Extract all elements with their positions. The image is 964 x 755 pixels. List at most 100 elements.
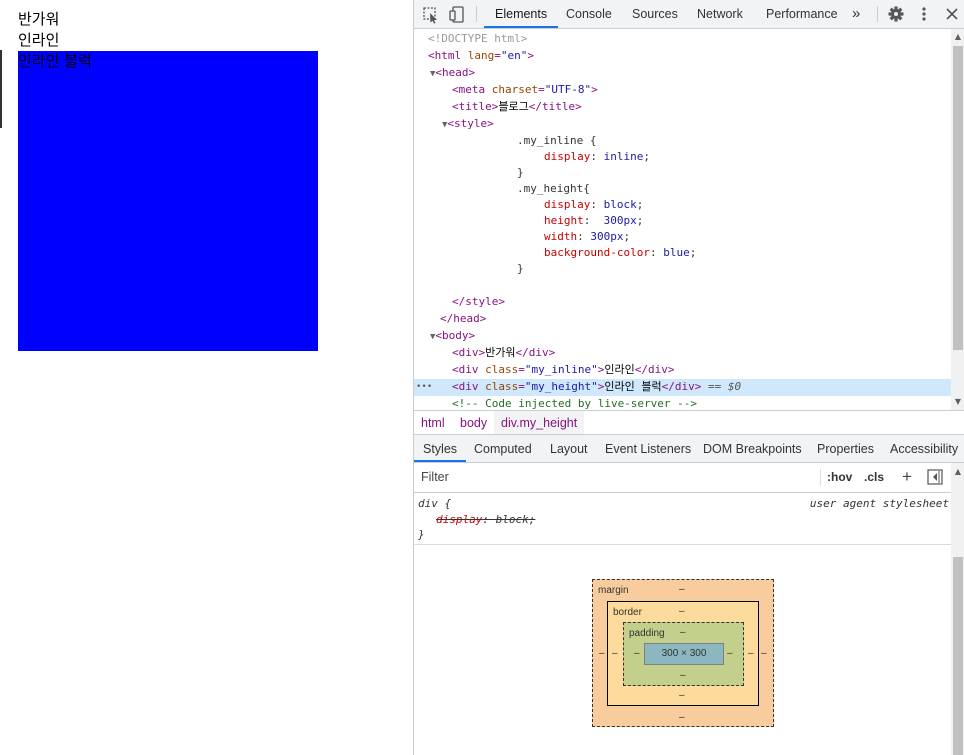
subtab-computed[interactable]: Computed xyxy=(474,435,532,462)
padding-label: padding xyxy=(629,628,665,639)
tab-elements[interactable]: Elements xyxy=(484,0,559,28)
border-top-value[interactable]: – xyxy=(679,606,685,617)
box-model-border[interactable]: border – – – – padding – – – – 300 × 300 xyxy=(607,601,759,706)
toggle-sidebar-icon[interactable] xyxy=(927,469,943,488)
tree-line-head[interactable]: ▼<head> xyxy=(414,65,951,82)
padding-left-value[interactable]: – xyxy=(634,648,640,659)
head-tag: head xyxy=(442,66,469,79)
inline-div-text: 인라인 xyxy=(18,31,60,49)
new-rule-plus-icon[interactable]: + xyxy=(902,463,912,491)
margin-left-value[interactable]: – xyxy=(599,648,605,659)
subtab-event-listeners[interactable]: Event Listeners xyxy=(605,435,691,462)
margin-right-value[interactable]: – xyxy=(761,648,767,659)
tree-line-div2[interactable]: <div class="my_inline">인라인</div> xyxy=(414,362,951,379)
selected-marker: == $0 xyxy=(707,380,742,393)
page-viewport: 반가워 인라인 인라인 블럭 xyxy=(0,0,413,755)
border-bottom-value[interactable]: – xyxy=(679,690,685,701)
inspect-element-icon[interactable] xyxy=(422,0,440,28)
subtab-styles[interactable]: Styles xyxy=(414,435,467,462)
scroll-up-icon[interactable]: ▲ xyxy=(951,466,964,478)
tree-line-html[interactable]: <html lang="en"> xyxy=(414,48,951,65)
tab-sources[interactable]: Sources xyxy=(632,0,678,28)
expand-triangle-icon[interactable]: ▼ xyxy=(414,69,435,79)
tree-line-div1[interactable]: <div>반가워</div> xyxy=(414,345,951,362)
class-attr-name: class xyxy=(485,363,519,376)
box-model-content[interactable]: 300 × 300 xyxy=(644,643,724,665)
css-prop: background-color xyxy=(544,246,650,259)
tree-line-comment[interactable]: <!-- Code injected by live-server --> xyxy=(414,396,951,410)
rule-source[interactable]: user agent stylesheet xyxy=(810,496,949,512)
tree-line-body[interactable]: ▼<body> xyxy=(414,328,951,345)
subtab-layout[interactable]: Layout xyxy=(550,435,588,462)
close-devtools-icon[interactable] xyxy=(945,0,959,28)
scroll-down-icon[interactable]: ▼ xyxy=(951,396,964,408)
box-model-padding[interactable]: padding – – – – 300 × 300 xyxy=(623,622,744,686)
css-selector-height: .my_height{ xyxy=(517,182,590,195)
div-close-tag: div xyxy=(647,363,668,376)
tree-line-title[interactable]: <title>블로그</title> xyxy=(414,99,951,116)
box-model-margin[interactable]: margin – – – – border – – – – padding – … xyxy=(592,579,774,727)
subtab-accessibility[interactable]: Accessibility xyxy=(890,435,958,462)
customize-menu-icon[interactable] xyxy=(918,0,930,28)
title-text: 블로그 xyxy=(498,100,529,113)
padding-right-value[interactable]: – xyxy=(727,648,733,659)
breadcrumb-div-my-height[interactable]: div.my_height xyxy=(494,411,585,434)
css-selector-inline: .my_inline { xyxy=(517,134,597,147)
tree-line-style-close[interactable]: </style> xyxy=(414,294,951,311)
tab-network[interactable]: Network xyxy=(697,0,743,28)
css-brace: } xyxy=(517,262,524,275)
div2-text: 인라인 xyxy=(604,363,635,376)
tab-console[interactable]: Console xyxy=(566,0,612,28)
border-right-value[interactable]: – xyxy=(748,648,754,659)
device-toolbar-icon[interactable] xyxy=(448,0,466,28)
tree-line-doctype[interactable]: <!DOCTYPE html> xyxy=(414,31,951,48)
tree-line-style[interactable]: ▼<style> xyxy=(414,116,951,133)
content-size-value[interactable]: 300 × 300 xyxy=(662,648,707,659)
more-tabs-icon[interactable]: » xyxy=(852,0,860,28)
devtools-toolbar: Elements Console Sources Network Perform… xyxy=(414,0,964,29)
expand-triangle-icon[interactable]: ▼ xyxy=(414,120,447,130)
doctype-text: <!DOCTYPE html> xyxy=(428,32,528,45)
styles-scrollbar-thumb[interactable] xyxy=(953,557,963,755)
expand-triangle-icon[interactable]: ▼ xyxy=(414,332,435,342)
scroll-up-icon[interactable]: ▲ xyxy=(951,31,964,43)
css-line: .my_height{ xyxy=(414,181,951,198)
class-toggle[interactable]: .cls xyxy=(864,463,884,491)
tab-performance[interactable]: Performance xyxy=(766,0,838,28)
margin-top-value[interactable]: – xyxy=(679,584,685,595)
meta-tag: meta xyxy=(458,83,486,96)
css-line: width: 300px; xyxy=(414,229,951,246)
border-left-value[interactable]: – xyxy=(612,648,618,659)
tree-line-meta[interactable]: <meta charset="UTF-8"> xyxy=(414,82,951,99)
livereload-comment: <!-- Code injected by live-server --> xyxy=(452,397,698,410)
tree-line-head-close[interactable]: </head> xyxy=(414,311,951,328)
styles-filter-input[interactable] xyxy=(418,467,822,487)
breadcrumb-html[interactable]: html xyxy=(414,411,452,434)
padding-bottom-value[interactable]: – xyxy=(680,670,686,681)
css-line: } xyxy=(414,165,951,182)
subtab-properties[interactable]: Properties xyxy=(817,435,874,462)
title-close-tag: title xyxy=(542,100,576,113)
css-line: } xyxy=(414,261,951,278)
subtab-dom-breakpoints[interactable]: DOM Breakpoints xyxy=(703,435,802,462)
lang-attr-value: "en" xyxy=(500,49,528,62)
css-value: blue xyxy=(663,246,690,259)
css-value: block xyxy=(603,198,637,211)
dom-tree[interactable]: <!DOCTYPE html> <html lang="en"> ▼<head>… xyxy=(414,29,951,410)
css-line: display: inline; xyxy=(414,149,951,166)
settings-gear-icon[interactable] xyxy=(888,0,904,28)
ua-style-rule: div { user agent stylesheet display: blo… xyxy=(414,493,951,545)
more-actions-icon[interactable]: ••• xyxy=(416,379,432,396)
breadcrumb-body[interactable]: body xyxy=(453,411,494,434)
tree-line-div3-selected[interactable]: ••• <div class="my_height">인라인 블럭</div> =… xyxy=(414,379,951,396)
rule-declaration[interactable]: display: block; xyxy=(436,512,535,528)
style-tag: style xyxy=(454,117,488,130)
div1-text: 반가워 xyxy=(485,346,516,359)
hover-state-toggle[interactable]: :hov xyxy=(827,463,852,491)
css-prop: height xyxy=(544,214,584,227)
tree-scrollbar-thumb[interactable] xyxy=(953,46,963,350)
style-close-tag: style xyxy=(465,295,499,308)
margin-bottom-value[interactable]: – xyxy=(679,712,685,723)
padding-top-value[interactable]: – xyxy=(680,627,686,638)
css-line: .my_inline { xyxy=(414,133,951,150)
